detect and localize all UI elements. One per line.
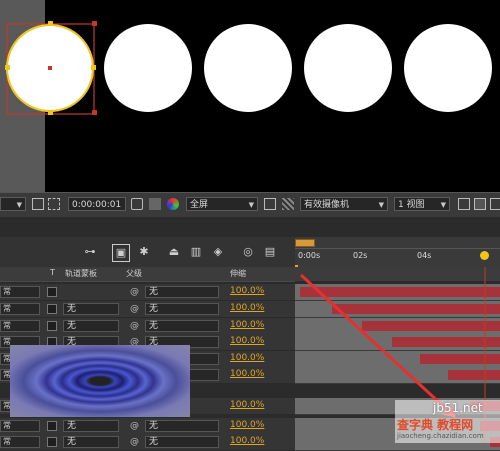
circle-layer-2[interactable]	[104, 24, 192, 112]
preserve-transparency-checkbox[interactable]	[47, 321, 57, 331]
ruler-label-2s: 02s	[353, 251, 368, 260]
parent-dropdown[interactable]: 无	[145, 420, 219, 432]
parent-pickwhip-icon[interactable]: @	[130, 321, 139, 331]
track-matte-dropdown[interactable]: 无	[63, 436, 119, 448]
stretch-value[interactable]: 100.0%	[230, 436, 264, 446]
show-snapshot-icon[interactable]	[149, 198, 161, 210]
parent-pickwhip-icon[interactable]: @	[130, 421, 139, 431]
preserve-transparency-checkbox[interactable]	[47, 421, 57, 431]
watermark-brand: 查字典 教程网	[397, 418, 474, 432]
column-header: T 轨道蒙板 父级 伸缩	[0, 267, 295, 282]
camera-snapshot-icon[interactable]	[131, 198, 143, 210]
blend-mode-dropdown[interactable]: 常	[0, 320, 40, 332]
hide-shy-layers-icon[interactable]: ✱	[136, 244, 152, 260]
ripple-preview-image	[10, 345, 190, 417]
watermark: jb51.net 查字典 教程网 jiaocheng.chazidian.com	[395, 400, 500, 443]
viewer-toolbar: ▼ 0:00:00:01 全屏 ▼ 有效摄像机 ▼ 1 视图 ▼	[0, 192, 500, 217]
parent-pickwhip-icon[interactable]: @	[130, 287, 139, 297]
draft-3d-icon[interactable]: ▣	[112, 244, 130, 262]
stretch-value[interactable]: 100.0%	[230, 286, 264, 296]
work-area-start[interactable]	[295, 239, 315, 247]
watermark-site: jb51.net	[433, 401, 483, 415]
timeline-toolbar: ⊶ ▣ ✱ ⏏ ▥ ◈ ◎ ▤	[0, 237, 295, 267]
circle-layer-3[interactable]	[204, 24, 292, 112]
views-dropdown[interactable]: 1 视图 ▼	[394, 197, 450, 211]
layer-row[interactable]: 常 无 @ 无 100.0%	[0, 318, 295, 335]
composition-viewer[interactable]	[0, 0, 500, 192]
stretch-value[interactable]: 100.0%	[230, 420, 264, 430]
parent-dropdown[interactable]: 无	[145, 286, 219, 298]
layer-row[interactable]: 常 @ 无 100.0%	[0, 284, 295, 301]
safe-area-icon[interactable]	[48, 198, 60, 210]
auto-keyframe-icon[interactable]: ◎	[240, 244, 256, 260]
blend-mode-dropdown[interactable]: 常	[0, 286, 40, 298]
timeline-toggle-icon[interactable]	[490, 198, 500, 210]
region-of-interest-icon[interactable]	[264, 198, 276, 210]
resolution-value: 全屏	[190, 200, 209, 210]
graph-editor-icon[interactable]: ▤	[262, 244, 278, 260]
track-matte-dropdown[interactable]: 无	[63, 320, 119, 332]
brainstorm-icon[interactable]: ◈	[210, 244, 226, 260]
panel-divider	[0, 217, 500, 237]
time-ruler[interactable]: 0:00s 02s 04s	[295, 237, 500, 279]
preserve-transparency-checkbox[interactable]	[47, 437, 57, 447]
transparency-grid-icon[interactable]	[282, 198, 294, 210]
blend-mode-dropdown[interactable]: 常	[0, 436, 40, 448]
col-track-matte[interactable]: 轨道蒙板	[65, 268, 97, 279]
ruler-line	[295, 248, 500, 249]
stretch-value[interactable]: 100.0%	[230, 320, 264, 330]
views-value: 1 视图	[398, 200, 425, 210]
toggle-pixel-aspect-icon[interactable]	[458, 198, 470, 210]
layer-row[interactable]: 常 无 @ 无 100.0%	[0, 301, 295, 318]
watermark-url: jiaocheng.chazidian.com	[397, 432, 484, 440]
preserve-transparency-checkbox[interactable]	[47, 304, 57, 314]
col-stretch[interactable]: 伸缩	[230, 268, 246, 279]
stretch-value[interactable]: 100.0%	[230, 369, 264, 379]
stretch-value[interactable]: 100.0%	[230, 303, 264, 313]
stretch-value[interactable]: 100.0%	[230, 353, 264, 363]
col-parent[interactable]: 父级	[126, 268, 142, 279]
frame-blending-icon[interactable]: ⏏	[166, 244, 182, 260]
layer-row[interactable]: 常 无 @ 无 100.0%	[0, 418, 295, 435]
circle-layer-4[interactable]	[304, 24, 392, 112]
stretch-value[interactable]: 100.0%	[230, 336, 264, 346]
color-channels-icon[interactable]	[167, 198, 179, 210]
preserve-transparency-checkbox[interactable]	[47, 287, 57, 297]
timecode-display[interactable]: 0:00:00:01	[68, 197, 126, 211]
track-matte-dropdown[interactable]: 无	[63, 420, 119, 432]
resolution-dropdown[interactable]: 全屏 ▼	[186, 197, 258, 211]
col-t[interactable]: T	[50, 268, 55, 277]
parent-dropdown[interactable]: 无	[145, 303, 219, 315]
parent-pickwhip-icon[interactable]: @	[130, 437, 139, 447]
blend-mode-dropdown[interactable]: 常	[0, 303, 40, 315]
parent-pickwhip-icon[interactable]: @	[130, 304, 139, 314]
camera-value: 有效摄像机	[304, 200, 350, 210]
parent-dropdown[interactable]: 无	[145, 320, 219, 332]
parent-dropdown[interactable]: 无	[145, 436, 219, 448]
fast-preview-icon[interactable]	[474, 198, 486, 210]
ruler-label-4s: 04s	[417, 251, 432, 260]
end-marker[interactable]	[480, 251, 489, 260]
selection-bounding-box[interactable]	[0, 0, 110, 125]
track-matte-dropdown[interactable]: 无	[63, 303, 119, 315]
camera-dropdown[interactable]: 有效摄像机 ▼	[300, 197, 388, 211]
comp-mini-flowchart-icon[interactable]: ⊶	[82, 244, 98, 260]
blend-mode-dropdown[interactable]: 常	[0, 420, 40, 432]
motion-blur-icon[interactable]: ▥	[188, 244, 204, 260]
ruler-label-0: 0:00s	[298, 251, 321, 260]
magnification-dropdown[interactable]: ▼	[0, 197, 26, 211]
circle-layer-5[interactable]	[404, 24, 492, 112]
grid-icon[interactable]	[32, 198, 44, 210]
stretch-value[interactable]: 100.0%	[230, 400, 264, 410]
